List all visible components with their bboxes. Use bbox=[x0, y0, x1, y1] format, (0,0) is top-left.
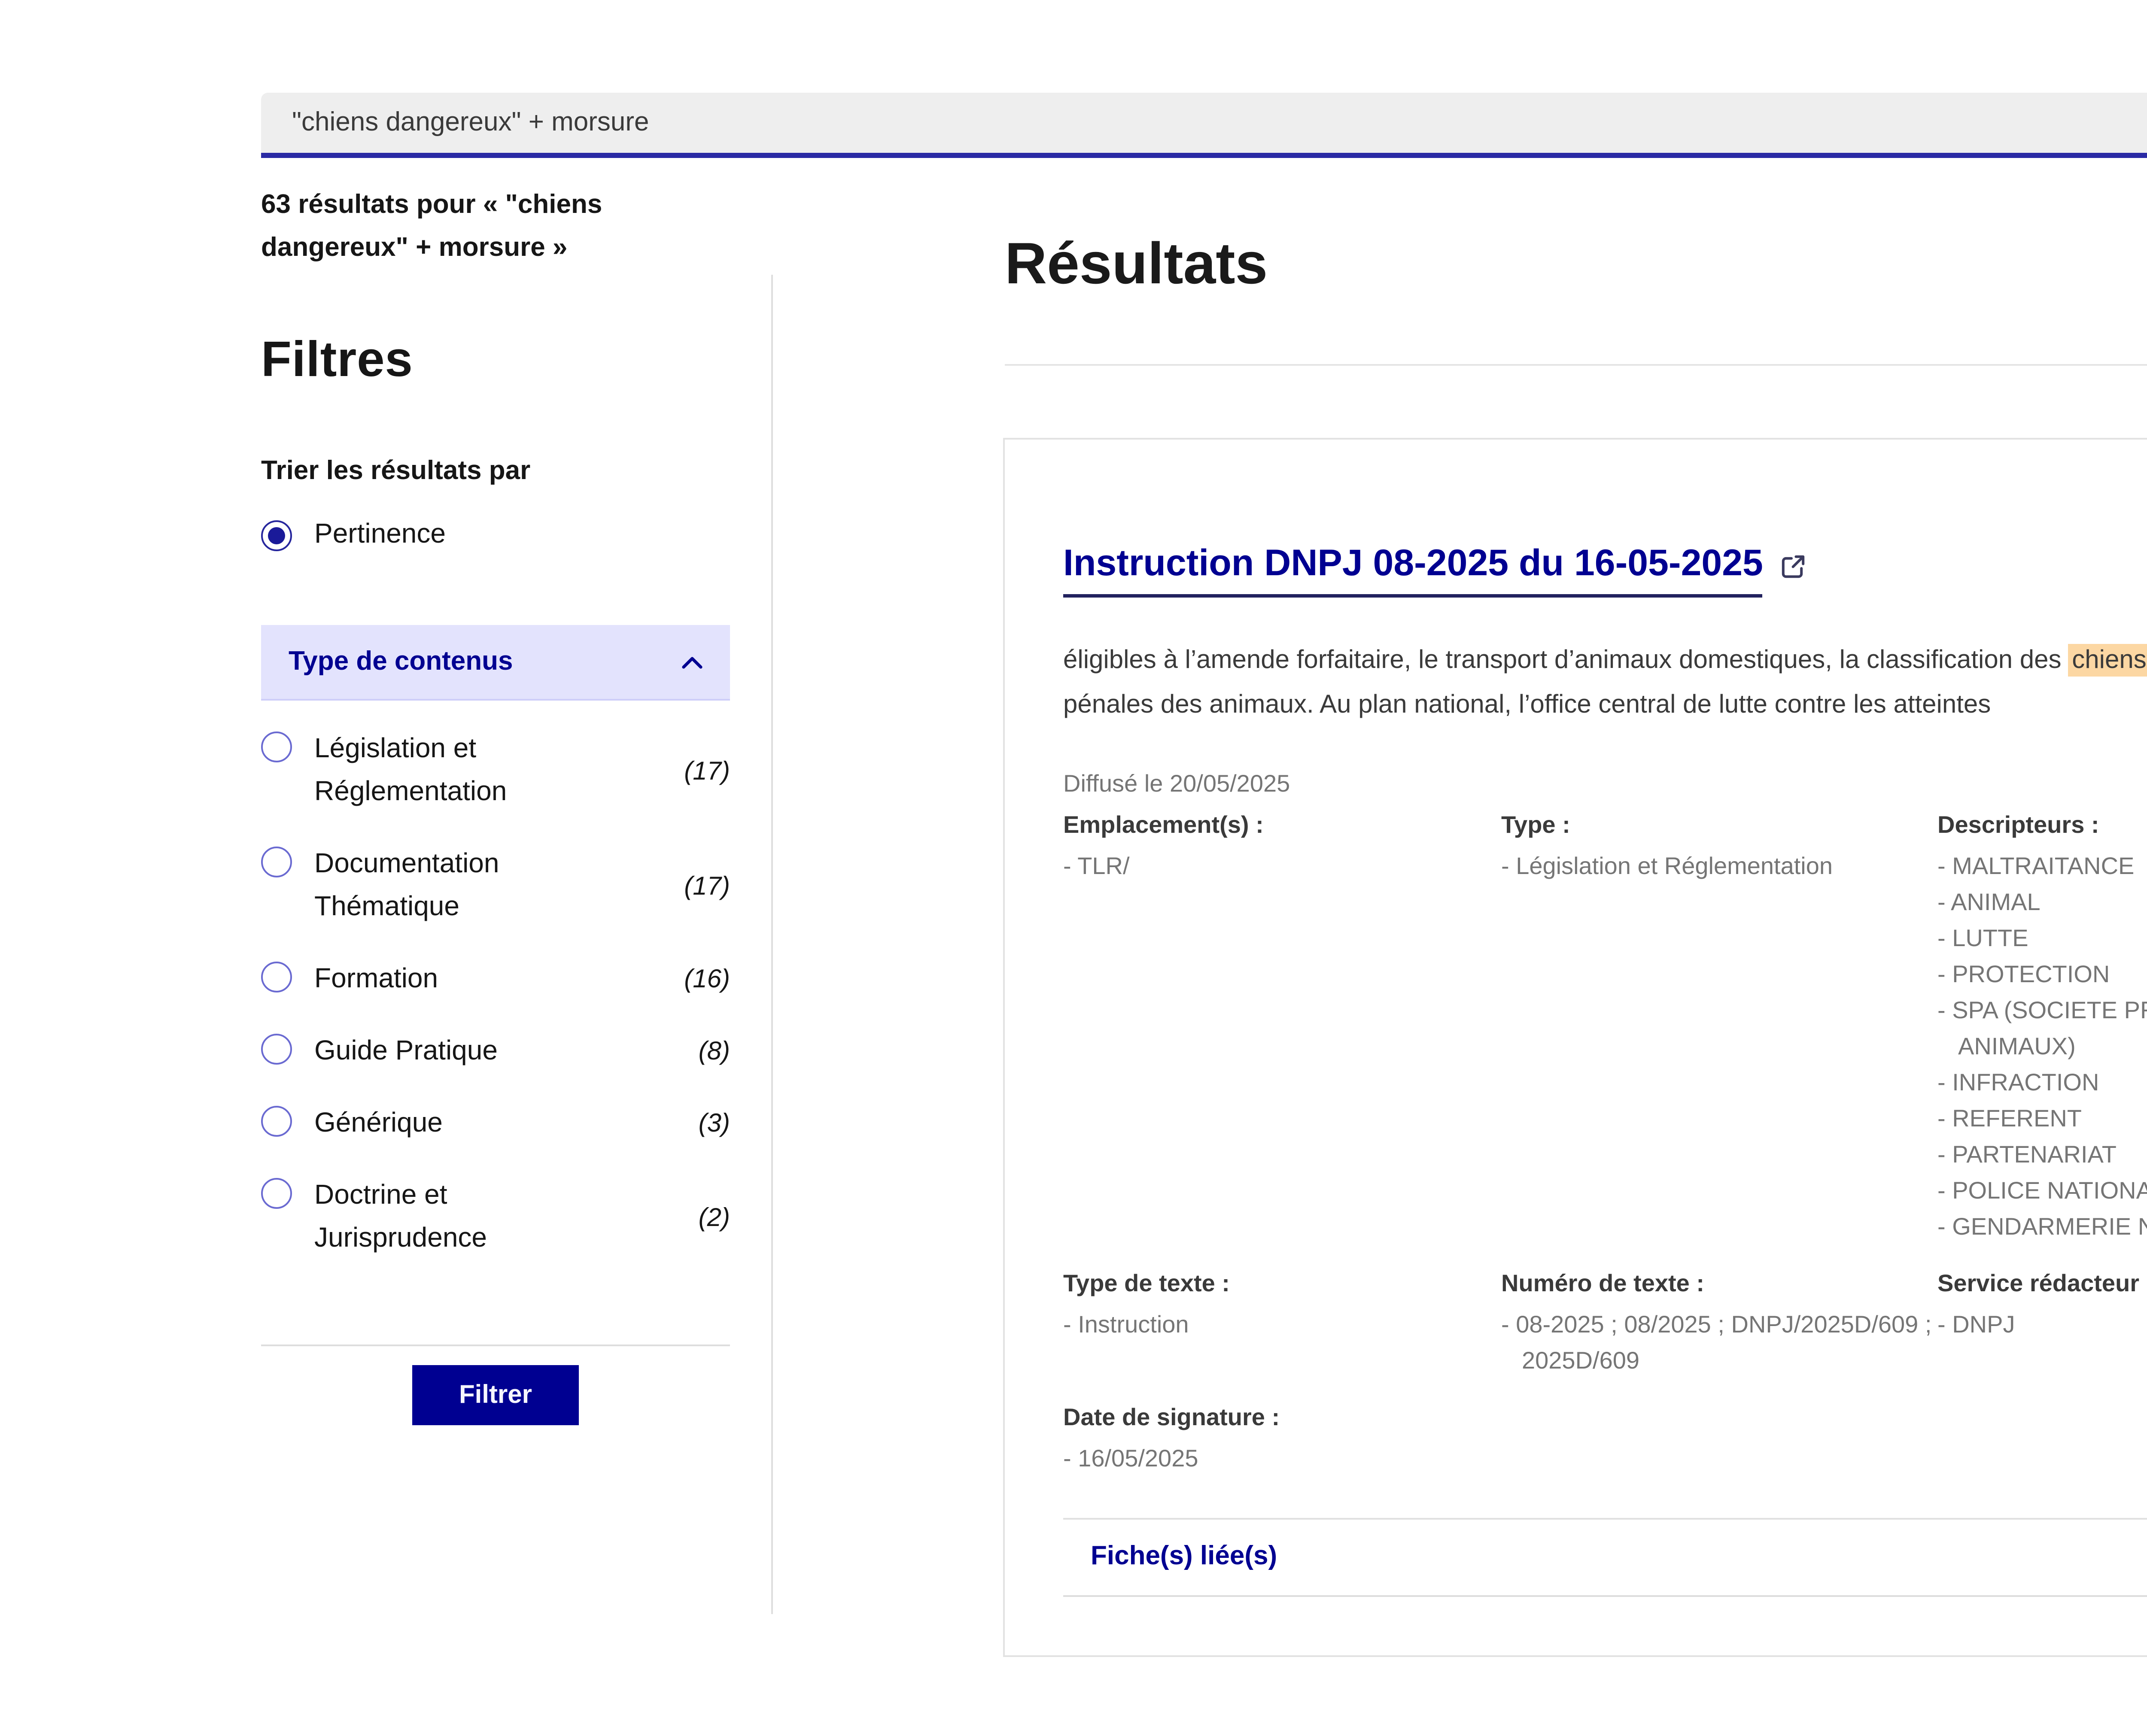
result-metadata: Emplacement(s) : - TLR/ Type : - Législa… bbox=[1063, 809, 2147, 1477]
result-card: Instruction DNPJ 08-2025 du 16-05-2025 é… bbox=[1003, 438, 2147, 1657]
metadata-label: Date de signature : bbox=[1063, 1401, 1501, 1434]
facet-options: Législation et Réglementation (17) Docum… bbox=[261, 728, 730, 1290]
metadata-value: - TLR/ bbox=[1063, 848, 1501, 884]
metadata-value: - SPA (SOCIETE PROTECTRICE DES ANIMAUX) bbox=[1937, 992, 2147, 1065]
page-title: Résultats bbox=[1005, 232, 1268, 299]
metadata-value: - INFRACTION bbox=[1937, 1065, 2147, 1101]
metadata-label: Service rédacteur : bbox=[1937, 1267, 2147, 1300]
search-bar: Rechercher bbox=[261, 93, 2147, 158]
facet-option-label: Formation bbox=[314, 958, 589, 1001]
result-snippet: éligibles à l’amende forfaitaire, le tra… bbox=[1063, 639, 2147, 728]
facet-option[interactable]: Générique (3) bbox=[261, 1102, 730, 1145]
radio-icon[interactable] bbox=[261, 962, 292, 992]
metadata-values: - Législation et Réglementation bbox=[1501, 848, 1937, 884]
snippet-highlight: chiens bbox=[2068, 644, 2147, 677]
metadata-value: - 16/05/2025 bbox=[1063, 1441, 1501, 1477]
results-count-summary: 63 résultats pour « "chiens dangereux" +… bbox=[261, 184, 660, 270]
radio-icon[interactable] bbox=[261, 1106, 292, 1137]
metadata-field: Emplacement(s) : - TLR/ bbox=[1063, 809, 1501, 1245]
radio-icon[interactable] bbox=[261, 520, 292, 551]
metadata-label: Emplacement(s) : bbox=[1063, 809, 1501, 841]
vertical-divider bbox=[771, 275, 773, 1614]
result-title-link[interactable]: Instruction DNPJ 08-2025 du 16-05-2025 bbox=[1063, 543, 1808, 598]
linked-sheets-label: Fiche(s) liée(s) bbox=[1091, 1542, 1277, 1573]
facet-option[interactable]: Formation (16) bbox=[261, 958, 730, 1001]
published-date: Diffusé le 20/05/2025 bbox=[1063, 769, 2147, 797]
facet-option-count: (3) bbox=[699, 1109, 730, 1138]
filters-title: Filtres bbox=[261, 333, 413, 390]
facet-option[interactable]: Documentation Thématique (17) bbox=[261, 843, 730, 929]
external-link-icon bbox=[1780, 553, 1808, 580]
radio-icon[interactable] bbox=[261, 1178, 292, 1209]
metadata-value: - PARTENARIAT bbox=[1937, 1137, 2147, 1173]
metadata-value: - ANIMAL bbox=[1937, 884, 2147, 920]
linked-sheets-accordion[interactable]: Fiche(s) liée(s) bbox=[1063, 1518, 2147, 1597]
metadata-value: - REFERENT bbox=[1937, 1101, 2147, 1137]
metadata-value: - GENDARMERIE NATIONALE bbox=[1937, 1209, 2147, 1245]
snippet-before: éligibles à l’amende forfaitaire, le tra… bbox=[1063, 646, 2068, 675]
radio-icon[interactable] bbox=[261, 847, 292, 877]
filter-button-container: Filtrer bbox=[261, 1365, 730, 1425]
metadata-value: - DNPJ bbox=[1937, 1307, 2147, 1343]
metadata-field: Date de signature : - 16/05/2025 bbox=[1063, 1401, 1501, 1477]
search-input[interactable] bbox=[261, 93, 2147, 153]
facet-option-label: Générique bbox=[314, 1102, 589, 1145]
facet-option-label: Guide Pratique bbox=[314, 1030, 589, 1073]
metadata-value: - 08-2025 ; 08/2025 ; DNPJ/2025D/609 ; 2… bbox=[1501, 1307, 1937, 1379]
result-title-text: Instruction DNPJ 08-2025 du 16-05-2025 bbox=[1063, 543, 1763, 598]
metadata-values: - Instruction bbox=[1063, 1307, 1501, 1343]
metadata-field: Type : - Législation et Réglementation bbox=[1501, 809, 1937, 1245]
radio-icon[interactable] bbox=[261, 731, 292, 762]
metadata-label: Numéro de texte : bbox=[1501, 1267, 1937, 1300]
metadata-values: - 16/05/2025 bbox=[1063, 1441, 1501, 1477]
chevron-up-icon bbox=[682, 655, 702, 669]
radio-icon[interactable] bbox=[261, 1034, 292, 1065]
facet-header-type-de-contenus[interactable]: Type de contenus bbox=[261, 625, 730, 701]
facet-option-count: (8) bbox=[699, 1037, 730, 1066]
metadata-values: - DNPJ bbox=[1937, 1307, 2147, 1343]
metadata-label: Type : bbox=[1501, 809, 1937, 841]
facet-option-count: (17) bbox=[684, 756, 730, 786]
metadata-value: - POLICE NATIONALE bbox=[1937, 1173, 2147, 1209]
metadata-field: Descripteurs : - MALTRAITANCE- ANIMAL- L… bbox=[1937, 809, 2147, 1245]
facet-option[interactable]: Guide Pratique (8) bbox=[261, 1030, 730, 1073]
metadata-label: Descripteurs : bbox=[1937, 809, 2147, 841]
sort-option-label: Pertinence bbox=[314, 520, 446, 551]
facet-option-count: (16) bbox=[684, 965, 730, 994]
facet-option-label: Documentation Thématique bbox=[314, 843, 589, 929]
metadata-value: - PROTECTION bbox=[1937, 956, 2147, 992]
metadata-values: - 08-2025 ; 08/2025 ; DNPJ/2025D/609 ; 2… bbox=[1501, 1307, 1937, 1379]
facet-option[interactable]: Doctrine et Jurisprudence (2) bbox=[261, 1175, 730, 1260]
sort-options: Pertinence bbox=[261, 520, 730, 551]
metadata-label: Type de texte : bbox=[1063, 1267, 1501, 1300]
facet-option-count: (17) bbox=[684, 871, 730, 901]
metadata-value: - Législation et Réglementation bbox=[1501, 848, 1937, 884]
metadata-value: - MALTRAITANCE bbox=[1937, 848, 2147, 884]
metadata-value: - Instruction bbox=[1063, 1307, 1501, 1343]
facet-option-label: Doctrine et Jurisprudence bbox=[314, 1175, 589, 1260]
sort-option-pertinence[interactable]: Pertinence bbox=[261, 520, 730, 551]
filter-button[interactable]: Filtrer bbox=[413, 1365, 578, 1425]
sidebar-divider bbox=[261, 1344, 730, 1346]
results-divider bbox=[1005, 364, 2147, 366]
facet-option-count: (2) bbox=[699, 1203, 730, 1232]
sort-section-label: Trier les résultats par bbox=[261, 457, 530, 488]
facet-title: Type de contenus bbox=[289, 646, 513, 677]
metadata-field: Service rédacteur : - DNPJ bbox=[1937, 1267, 2147, 1379]
metadata-values: - MALTRAITANCE- ANIMAL- LUTTE- PROTECTIO… bbox=[1937, 848, 2147, 1245]
facet-option[interactable]: Législation et Réglementation (17) bbox=[261, 728, 730, 814]
page: Rechercher 63 résultats pour « "chiens d… bbox=[0, 0, 2147, 1736]
metadata-field: Numéro de texte : - 08-2025 ; 08/2025 ; … bbox=[1501, 1267, 1937, 1379]
facet-option-label: Législation et Réglementation bbox=[314, 728, 589, 814]
metadata-value: - LUTTE bbox=[1937, 920, 2147, 956]
metadata-values: - TLR/ bbox=[1063, 848, 1501, 884]
metadata-field: Type de texte : - Instruction bbox=[1063, 1267, 1501, 1379]
